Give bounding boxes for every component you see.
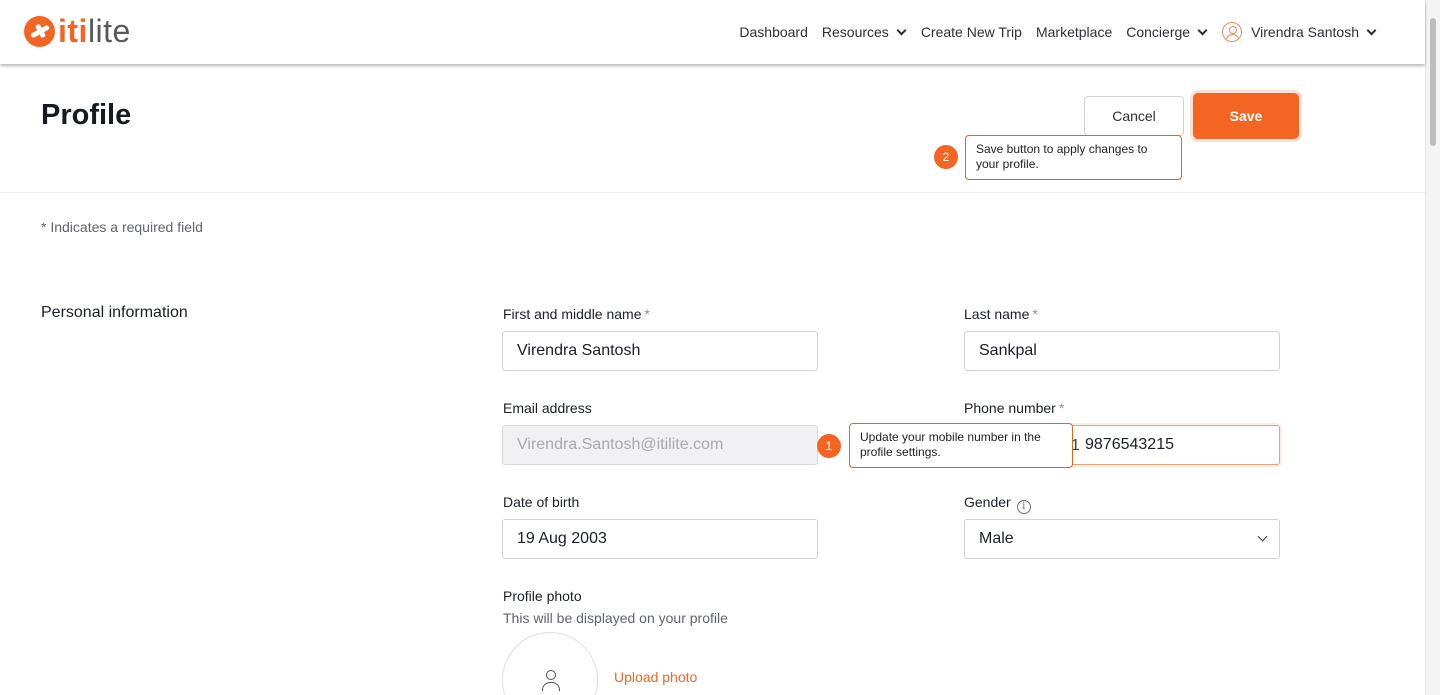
dob-label: Date of birth [503,494,580,510]
nav-concierge[interactable]: Concierge [1126,22,1208,42]
page-title: Profile [41,99,132,131]
plane-logo-icon [24,15,55,47]
user-avatar-icon [1222,22,1243,42]
nav-marketplace[interactable]: Marketplace [1036,22,1112,42]
main-nav: Dashboard Resources Create New Trip Mark… [739,22,1377,42]
date-of-birth-input[interactable] [502,519,818,559]
phone-label: Phone number * [964,400,1065,416]
top-navigation-bar: itilite Dashboard Resources Create New T… [0,0,1425,64]
gender-label: Gender i [964,494,1031,514]
profile-photo-placeholder[interactable] [502,632,598,695]
last-name-label: Last name * [964,306,1038,322]
first-name-label: First and middle name * [503,306,650,322]
required-field-note: * Indicates a required field [41,219,203,235]
chevron-down-icon [1257,531,1268,542]
chevron-down-icon [896,25,907,35]
phone-tooltip: Update your mobile number in the profile… [849,423,1073,468]
email-input [502,425,818,465]
chevron-down-icon [1197,25,1208,35]
person-icon [542,670,560,692]
scrollbar-thumb[interactable] [1430,18,1436,146]
first-name-input[interactable] [502,331,818,371]
phone-number-input[interactable] [1085,426,1275,464]
save-button[interactable]: Save [1193,93,1299,139]
nav-create-new-trip[interactable]: Create New Trip [921,22,1022,42]
upload-photo-link[interactable]: Upload photo [614,669,697,685]
nav-resources[interactable]: Resources [822,22,907,42]
last-name-input[interactable] [964,331,1280,371]
chevron-down-icon [1366,25,1377,35]
tooltip-step-badge-2: 2 [934,145,958,169]
cancel-button[interactable]: Cancel [1084,96,1184,136]
page-scrollbar[interactable] [1425,0,1440,695]
itilite-logo[interactable]: itilite [24,14,131,48]
logo-wordmark: itilite [58,13,131,49]
profile-photo-subtitle: This will be displayed on your profile [503,610,728,626]
section-title-personal-information: Personal information [41,304,188,321]
gender-select[interactable]: Male [964,519,1280,559]
save-tooltip: Save button to apply changes to your pro… [965,135,1182,180]
profile-photo-label: Profile photo [503,588,582,604]
header-divider [0,192,1425,193]
nav-dashboard[interactable]: Dashboard [739,22,808,42]
info-icon[interactable]: i [1016,500,1031,514]
nav-user-menu[interactable]: Virendra Santosh [1222,22,1377,42]
tooltip-step-badge-1: 1 [817,434,841,458]
email-label: Email address [503,400,592,416]
